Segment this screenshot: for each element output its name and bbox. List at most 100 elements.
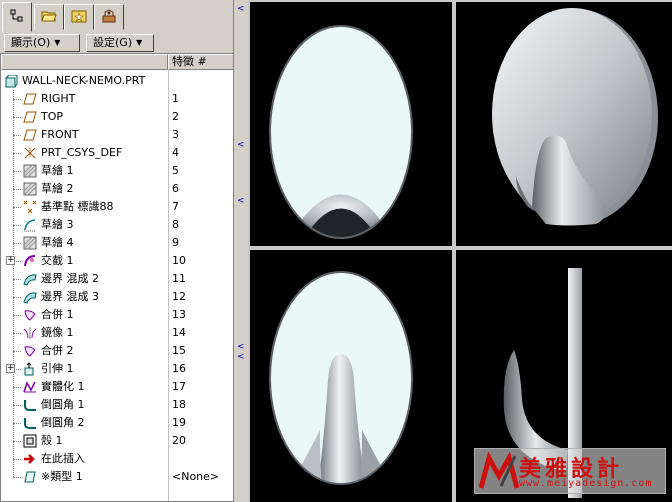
tree-item-label: 草繪 3 xyxy=(41,218,74,231)
tree-item-label: ※類型 1 xyxy=(41,470,83,483)
extrude-icon xyxy=(23,362,37,376)
viewport-top[interactable] xyxy=(250,250,452,502)
datum-plane-icon xyxy=(23,92,37,106)
favorites-icon xyxy=(71,8,87,27)
model-front-view xyxy=(269,25,413,239)
tree-connector-branch xyxy=(13,189,21,190)
model-tree: 特徵 # WALL-NECK-NEMO.PRT RIGHT 1 TOP 2 FRONT 3 P… xyxy=(0,53,234,502)
tab-connections[interactable] xyxy=(94,4,124,30)
tree-item-row[interactable]: 邊界 混成 2 11 xyxy=(1,270,234,288)
intersect-icon xyxy=(23,254,37,268)
expand-toggle-icon[interactable]: + xyxy=(6,256,15,265)
tree-item-feature-number: 16 xyxy=(172,362,186,375)
tree-item-label: 合併 2 xyxy=(41,344,74,357)
tree-item-label: 在此插入 xyxy=(41,452,85,465)
display-dropdown-label: 顯示(O) xyxy=(11,36,51,49)
tree-item-feature-number: 1 xyxy=(172,92,179,105)
tree-item-row[interactable]: 草繪 4 9 xyxy=(1,234,234,252)
sketch-icon xyxy=(23,236,37,250)
collapse-arrow-icon[interactable]: < xyxy=(237,4,245,14)
tree-item-feature-number: 9 xyxy=(172,236,179,249)
tree-item-row[interactable]: 草繪 3 8 xyxy=(1,216,234,234)
solidify-icon xyxy=(23,380,37,394)
coordinate-system-icon xyxy=(23,146,37,160)
merge-icon xyxy=(23,308,37,322)
tree-item-feature-number: <None> xyxy=(172,470,220,483)
tree-item-row[interactable]: + 交截 1 10 xyxy=(1,252,234,270)
datum-plane-icon xyxy=(23,110,37,124)
navigator-tabs xyxy=(0,0,234,32)
collapse-arrow-icon[interactable]: < xyxy=(237,352,245,362)
tree-item-feature-number: 5 xyxy=(172,164,179,177)
tab-favorites[interactable] xyxy=(64,4,94,30)
tree-connector-branch xyxy=(13,297,21,298)
tree-item-feature-number: 13 xyxy=(172,308,186,321)
tree-item-feature-number: 18 xyxy=(172,398,186,411)
settings-dropdown-label: 設定(G) xyxy=(93,36,133,49)
tree-item-row[interactable]: TOP 2 xyxy=(1,108,234,126)
tree-item-row[interactable]: 邊界 混成 3 12 xyxy=(1,288,234,306)
tab-model-tree[interactable] xyxy=(2,2,32,32)
tree-item-feature-number: 12 xyxy=(172,290,186,303)
tree-item-row[interactable]: + 引伸 1 16 xyxy=(1,360,234,378)
column-header-feature-number[interactable]: 特徵 # xyxy=(168,54,234,70)
settings-dropdown-button[interactable]: 設定(G) ▼ xyxy=(86,34,154,52)
expand-toggle-icon[interactable]: + xyxy=(6,364,15,373)
round-icon xyxy=(23,398,37,412)
tree-connector-branch xyxy=(13,207,21,208)
tree-item-row[interactable]: 殼 1 20 xyxy=(1,432,234,450)
display-dropdown-button[interactable]: 顯示(O) ▼ xyxy=(4,34,80,52)
tree-item-feature-number: 11 xyxy=(172,272,186,285)
tree-item-row[interactable]: PRT_CSYS_DEF 4 xyxy=(1,144,234,162)
tree-item-row[interactable]: 倒圓角 2 19 xyxy=(1,414,234,432)
tree-connector-branch xyxy=(13,477,21,478)
tree-connector-branch xyxy=(13,243,21,244)
tree-item-row[interactable]: 草繪 2 6 xyxy=(1,180,234,198)
datum-plane-icon xyxy=(23,128,37,142)
tree-connector-branch xyxy=(13,225,21,226)
tree-item-label: TOP xyxy=(41,110,64,123)
tree-item-row[interactable]: ※類型 1 <None> xyxy=(1,468,234,486)
tree-item-row[interactable]: 鏡像 1 14 xyxy=(1,324,234,342)
collapse-arrow-icon[interactable]: < xyxy=(237,196,245,206)
brand-logo-icon xyxy=(479,452,519,489)
viewport-front[interactable] xyxy=(250,2,452,246)
tree-item-feature-number: 2 xyxy=(172,110,179,123)
tree-item-label: RIGHT xyxy=(41,92,76,105)
tree-item-label: 草繪 2 xyxy=(41,182,74,195)
tree-item-row[interactable]: 在此插入 xyxy=(1,450,234,468)
tree-item-row[interactable]: 基準點 標識88 7 xyxy=(1,198,234,216)
viewport-isometric[interactable] xyxy=(456,2,672,246)
tree-item-row[interactable]: 倒圓角 1 18 xyxy=(1,396,234,414)
part-icon xyxy=(4,74,18,88)
sketch-icon xyxy=(23,182,37,196)
column-header-name[interactable] xyxy=(1,54,168,70)
tree-item-row[interactable]: 實體化 1 17 xyxy=(1,378,234,396)
tree-item-label: 倒圓角 2 xyxy=(41,416,85,429)
tree-item-row[interactable]: FRONT 3 xyxy=(1,126,234,144)
tree-connector-branch xyxy=(13,153,21,154)
panel-splitter[interactable]: < < < < < xyxy=(233,0,248,502)
watermark-logo: 美雅設計 www.meiyadesign.com xyxy=(474,448,666,494)
model-isometric-view xyxy=(492,8,658,226)
tree-item-row[interactable]: 草繪 1 5 xyxy=(1,162,234,180)
mirror-icon xyxy=(23,326,37,340)
tree-connector-branch xyxy=(13,441,21,442)
tree-item-feature-number: 17 xyxy=(172,380,186,393)
insert-here-arrow-icon xyxy=(23,452,37,466)
collapse-arrow-icon[interactable]: < xyxy=(237,342,245,352)
tree-toolbar: 顯示(O) ▼ 設定(G) ▼ xyxy=(0,33,234,53)
tree-item-feature-number: 19 xyxy=(172,416,186,429)
tree-item-feature-number: 8 xyxy=(172,218,179,231)
tree-item-label: 邊界 混成 2 xyxy=(41,272,99,285)
tree-item-feature-number: 20 xyxy=(172,434,186,447)
tree-item-row[interactable]: 合併 2 15 xyxy=(1,342,234,360)
tree-item-row[interactable]: 合併 1 13 xyxy=(1,306,234,324)
tree-root-row[interactable]: WALL-NECK-NEMO.PRT xyxy=(1,72,234,90)
tree-item-feature-number: 10 xyxy=(172,254,186,267)
tree-item-row[interactable]: RIGHT 1 xyxy=(1,90,234,108)
tree-item-feature-number: 4 xyxy=(172,146,179,159)
collapse-arrow-icon[interactable]: < xyxy=(237,140,245,150)
tab-folder-browser[interactable] xyxy=(34,4,64,30)
tree-connector-branch xyxy=(13,315,21,316)
